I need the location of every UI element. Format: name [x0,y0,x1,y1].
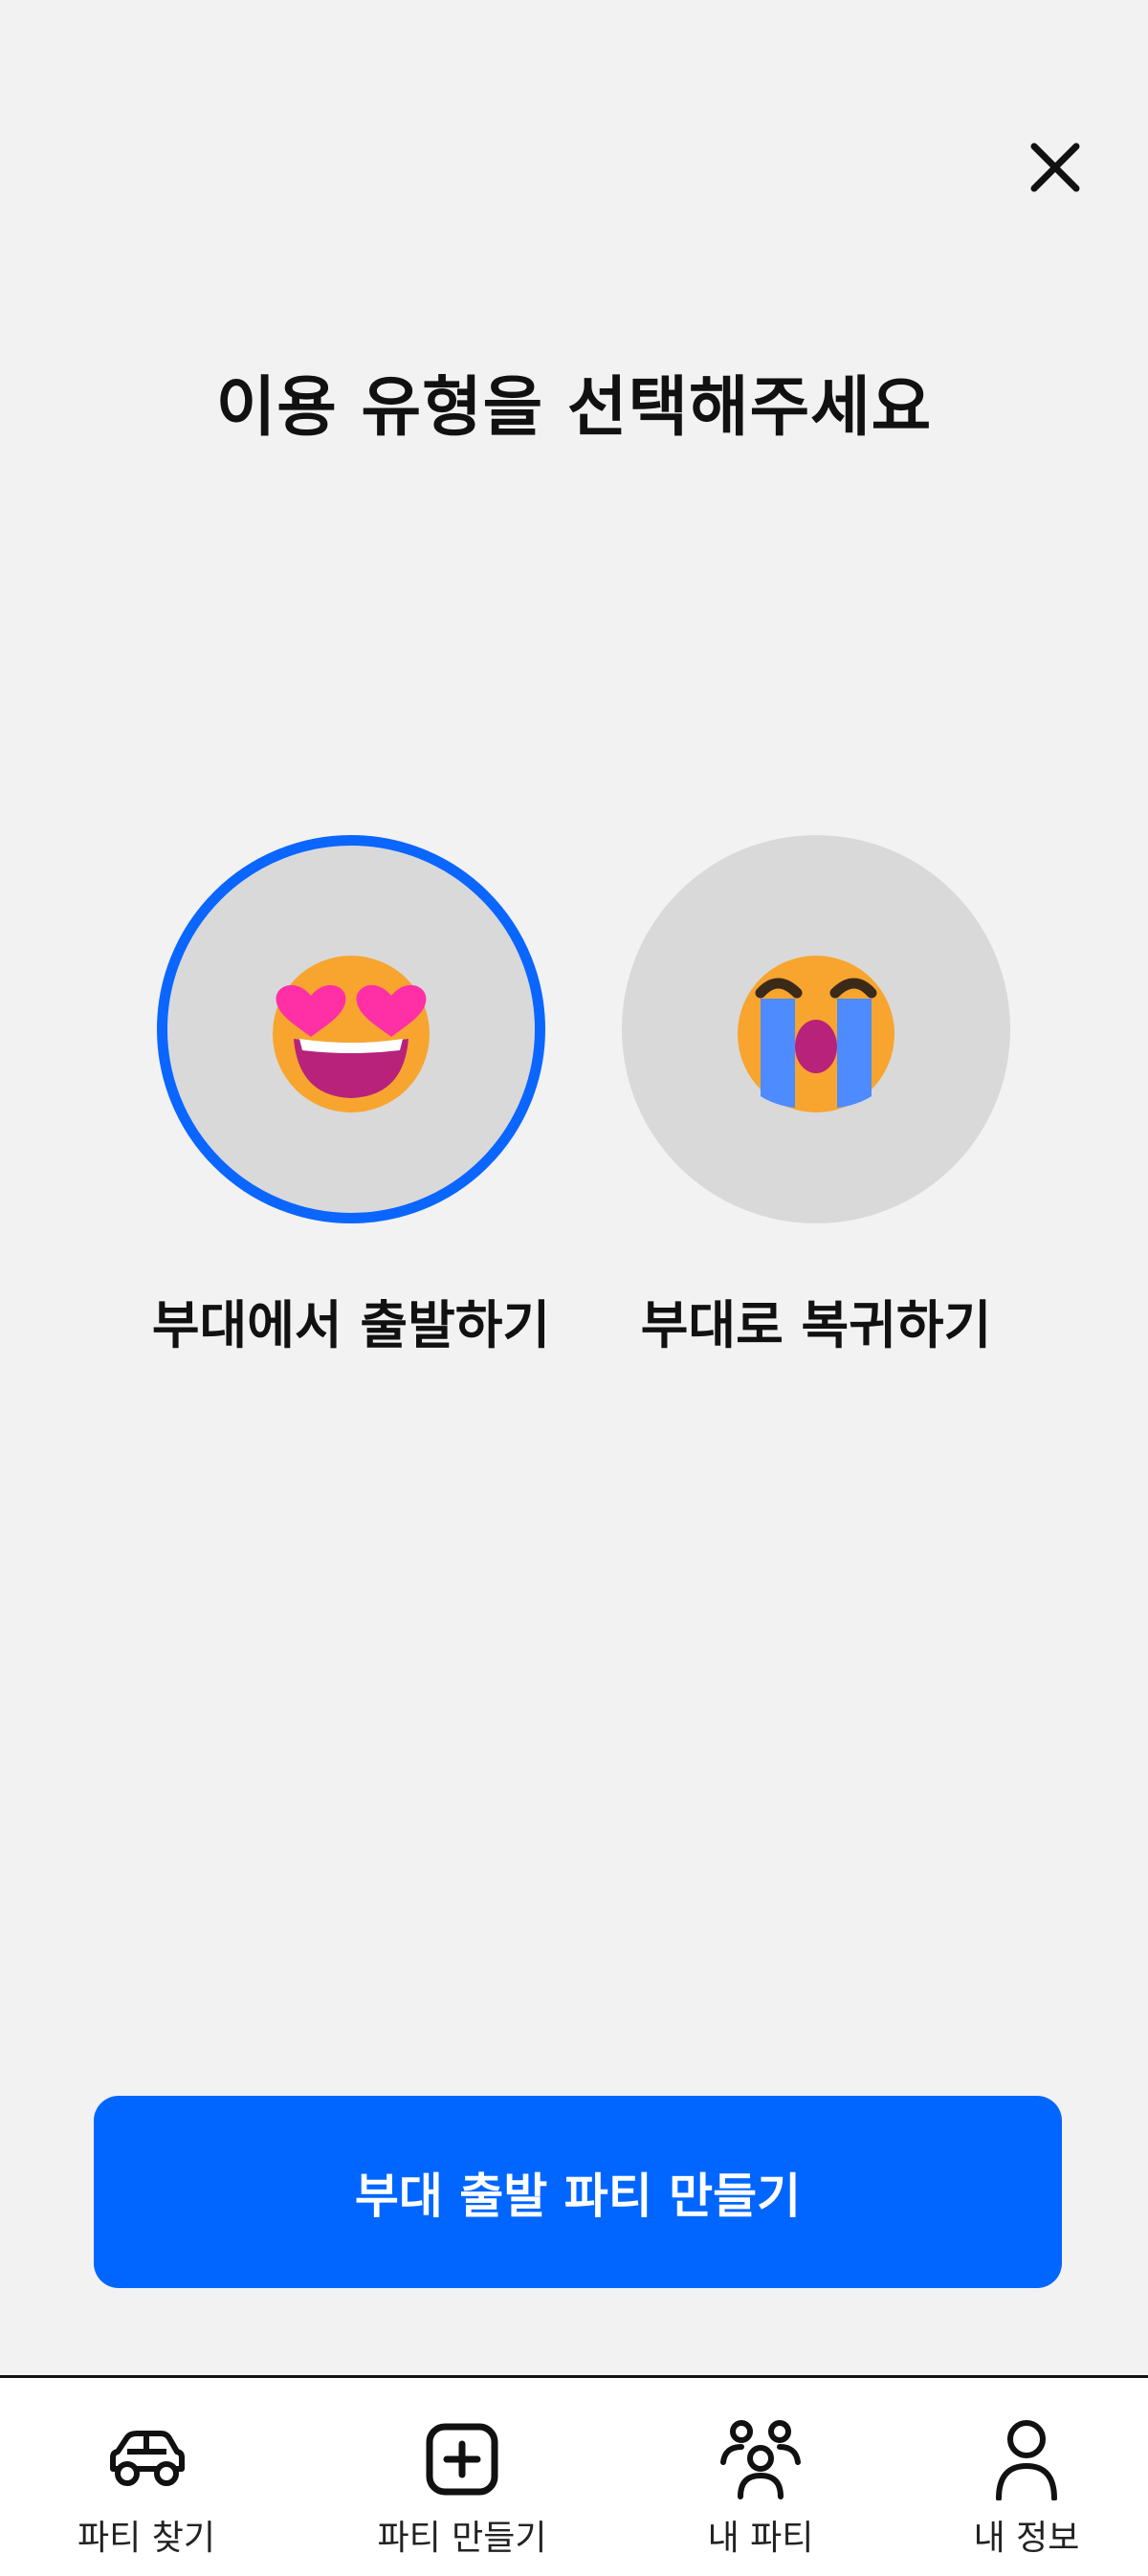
tab-find-party[interactable]: 파티 찾기 [32,2416,261,2560]
create-party-button[interactable]: 부대 출발 파티 만들기 [94,2096,1062,2288]
person-icon [996,2420,1057,2500]
option-return-label: 부대로 복귀하기 [640,1295,992,1355]
tab-my-info[interactable]: 내 정보 [912,2416,1141,2560]
loudly-crying-emoji-icon [738,956,894,1112]
tab-label: 내 파티 [707,2519,814,2558]
tab-create-party[interactable]: 파티 만들기 [347,2416,577,2560]
group-icon [720,2420,801,2499]
page-title: 이용 유형을 선택해주세요 [215,370,933,446]
option-depart[interactable]: 부대에서 출발하기 [150,835,552,1358]
tab-my-party[interactable]: 내 파티 [646,2416,875,2560]
heart-eyes-emoji-icon [273,956,430,1112]
close-button[interactable] [1022,134,1089,201]
option-depart-circle[interactable] [157,835,545,1223]
plus-square-icon [426,2423,498,2496]
close-icon [1030,143,1080,192]
option-depart-label: 부대에서 출발하기 [151,1295,551,1355]
tab-label: 내 정보 [973,2519,1080,2558]
option-return[interactable]: 부대로 복귀하기 [615,835,1017,1358]
bottom-tab-bar: 파티 찾기 파티 만들기 내 파티 내 정보 [0,2375,1148,2576]
car-icon [110,2431,185,2486]
option-return-circle[interactable] [622,835,1010,1223]
tab-label: 파티 만들기 [377,2519,547,2558]
tab-label: 파티 찾기 [77,2519,215,2558]
